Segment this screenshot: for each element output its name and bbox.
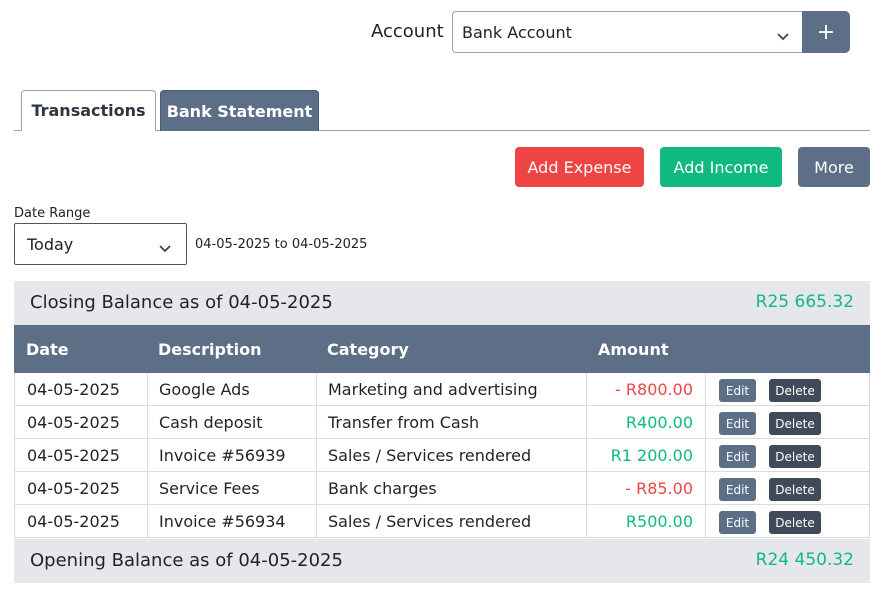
- cell-date: 04-05-2025: [14, 406, 147, 439]
- cell-category: Transfer from Cash: [316, 406, 586, 439]
- cell-category: Sales / Services rendered: [316, 439, 586, 472]
- cell-amount: R1 200.00: [586, 439, 705, 472]
- table-row: 04-05-2025 Invoice #56939 Sales / Servic…: [14, 439, 870, 472]
- edit-button[interactable]: Edit: [719, 412, 756, 435]
- date-range-select[interactable]: Today: [14, 223, 187, 265]
- cell-actions: Edit Delete: [705, 472, 870, 505]
- cell-date: 04-05-2025: [14, 472, 147, 505]
- cell-amount: R500.00: [586, 505, 705, 538]
- cell-actions: Edit Delete: [705, 505, 870, 538]
- header-description: Description: [158, 340, 262, 359]
- delete-button[interactable]: Delete: [769, 412, 821, 435]
- account-label: Account: [371, 21, 444, 42]
- closing-balance-bar: Closing Balance as of 04-05-2025 R25 665…: [14, 281, 870, 325]
- table-row: 04-05-2025 Invoice #56934 Sales / Servic…: [14, 505, 870, 538]
- header-category: Category: [327, 340, 409, 359]
- date-range-text: 04-05-2025 to 04-05-2025: [195, 237, 368, 252]
- cell-amount: - R800.00: [586, 373, 705, 406]
- cell-description: Google Ads: [147, 373, 316, 406]
- add-income-button[interactable]: Add Income: [660, 147, 782, 187]
- opening-balance-label: Opening Balance as of 04-05-2025: [30, 550, 343, 571]
- cell-description: Invoice #56934: [147, 505, 316, 538]
- opening-balance-bar: Opening Balance as of 04-05-2025 R24 450…: [14, 539, 870, 583]
- delete-button[interactable]: Delete: [769, 445, 821, 468]
- date-range-label: Date Range: [14, 206, 91, 221]
- cell-description: Cash deposit: [147, 406, 316, 439]
- chevron-down-icon: [158, 239, 172, 258]
- table-row: 04-05-2025 Google Ads Marketing and adve…: [14, 373, 870, 406]
- cell-actions: Edit Delete: [705, 406, 870, 439]
- more-button[interactable]: More: [798, 147, 870, 187]
- table-header: Date Description Category Amount: [14, 325, 870, 373]
- table-row: 04-05-2025 Cash deposit Transfer from Ca…: [14, 406, 870, 439]
- edit-button[interactable]: Edit: [719, 478, 756, 501]
- chevron-down-icon: [776, 27, 790, 46]
- edit-button[interactable]: Edit: [719, 511, 756, 534]
- edit-button[interactable]: Edit: [719, 445, 756, 468]
- tab-transactions[interactable]: Transactions: [21, 90, 156, 131]
- cell-date: 04-05-2025: [14, 373, 147, 406]
- cell-amount: - R85.00: [586, 472, 705, 505]
- header-date: Date: [26, 340, 69, 359]
- header-amount: Amount: [598, 340, 669, 359]
- tab-bank-statement[interactable]: Bank Statement: [160, 90, 319, 131]
- cell-amount: R400.00: [586, 406, 705, 439]
- add-account-button[interactable]: +: [802, 11, 850, 53]
- cell-description: Invoice #56939: [147, 439, 316, 472]
- edit-button[interactable]: Edit: [719, 379, 756, 402]
- opening-balance-amount: R24 450.32: [755, 550, 854, 570]
- cell-category: Sales / Services rendered: [316, 505, 586, 538]
- cell-date: 04-05-2025: [14, 439, 147, 472]
- account-select-value: Bank Account: [462, 23, 572, 42]
- transactions-table: 04-05-2025 Google Ads Marketing and adve…: [14, 373, 870, 538]
- cell-date: 04-05-2025: [14, 505, 147, 538]
- cell-category: Bank charges: [316, 472, 586, 505]
- cell-description: Service Fees: [147, 472, 316, 505]
- table-row: 04-05-2025 Service Fees Bank charges - R…: [14, 472, 870, 505]
- delete-button[interactable]: Delete: [769, 478, 821, 501]
- cell-actions: Edit Delete: [705, 373, 870, 406]
- account-select[interactable]: Bank Account: [452, 11, 804, 53]
- delete-button[interactable]: Delete: [769, 511, 821, 534]
- delete-button[interactable]: Delete: [769, 379, 821, 402]
- closing-balance-amount: R25 665.32: [755, 292, 854, 312]
- cell-actions: Edit Delete: [705, 439, 870, 472]
- add-expense-button[interactable]: Add Expense: [515, 147, 644, 187]
- cell-category: Marketing and advertising: [316, 373, 586, 406]
- closing-balance-label: Closing Balance as of 04-05-2025: [30, 292, 333, 313]
- date-range-value: Today: [27, 235, 74, 254]
